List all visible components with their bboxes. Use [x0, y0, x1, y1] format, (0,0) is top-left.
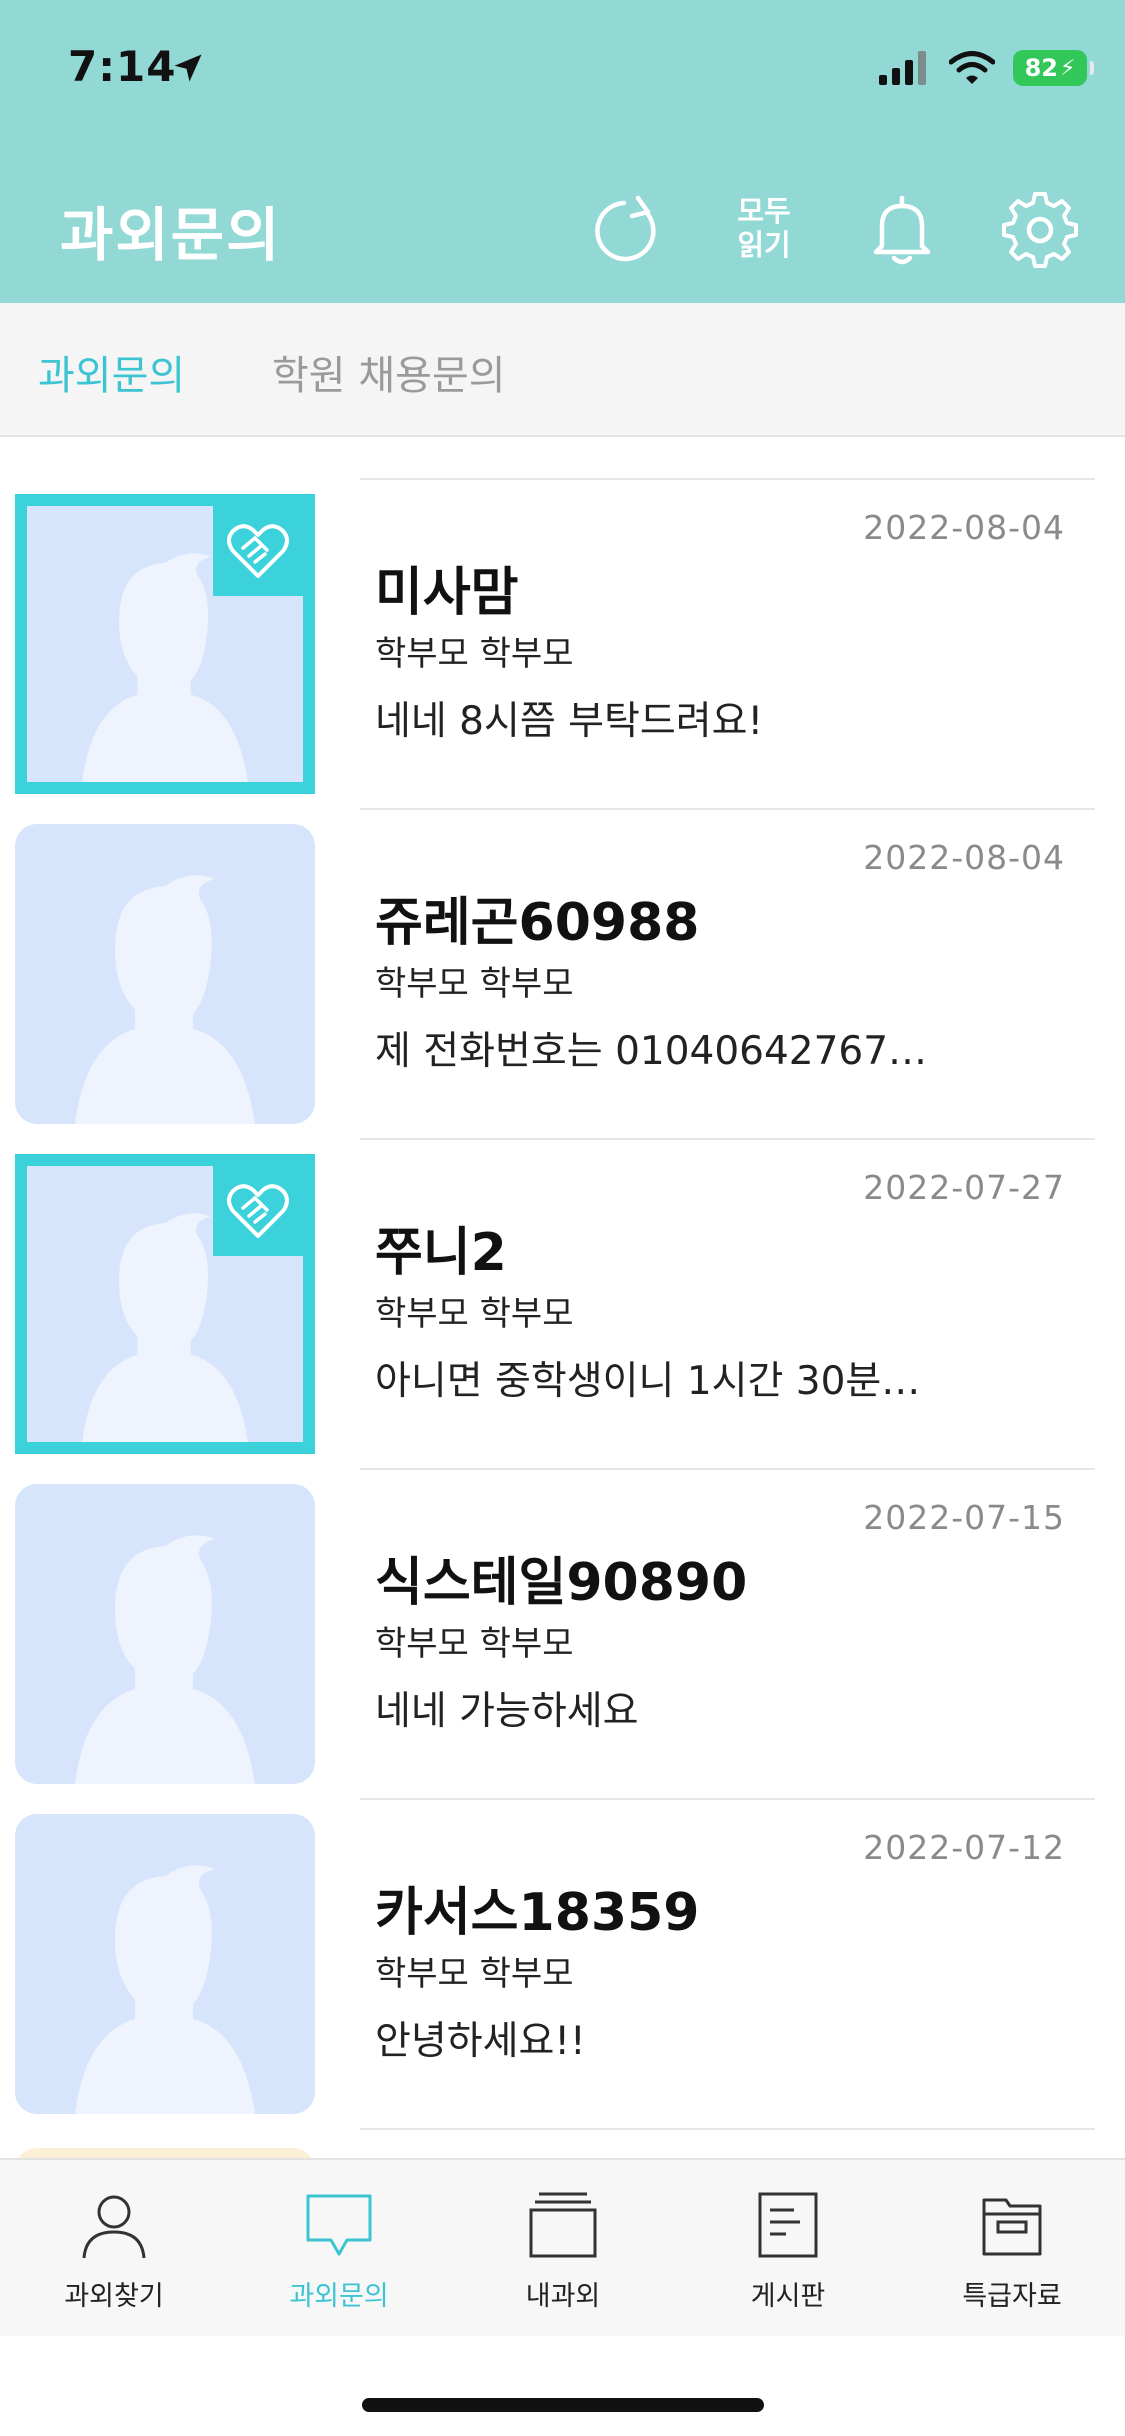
read-all-label-line2: 읽기 — [737, 228, 791, 262]
nav-premium-materials[interactable]: 특급자료 — [932, 2190, 1092, 2313]
list-item[interactable]: 2022-07-12 카서스18359 학부모 학부모 안녕하세요!! — [0, 1798, 1125, 2128]
message-preview: 안녕하세요!! — [375, 2019, 586, 2064]
row-divider — [360, 808, 1095, 810]
avatar — [15, 1154, 315, 1454]
sender-role: 학부모 학부모 — [375, 1954, 574, 1994]
bottom-nav: 과외찾기 과외문의 내과외 게시판 특급자료 — [0, 2158, 1125, 2336]
default-avatar-icon — [75, 1865, 255, 2114]
sender-role: 학부모 학부모 — [375, 964, 574, 1004]
nav-label: 특급자료 — [962, 2281, 1062, 2312]
avatar — [15, 824, 315, 1124]
list-item[interactable]: 2022-07-27 쭈니2 학부모 학부모 아니면 중학생이니 1시간 30분… — [0, 1138, 1125, 1468]
nav-label: 내과외 — [525, 2281, 601, 2312]
nav-label: 과외문의 — [289, 2281, 389, 2312]
refresh-icon[interactable] — [588, 190, 668, 270]
message-preview: 네네 8시쯤 부탁드려요! — [375, 699, 764, 744]
status-indicators: 82 ⚡ — [879, 46, 1094, 90]
location-arrow-icon — [174, 54, 202, 82]
message-preview: 제 전화번호는 01040642767… — [375, 1029, 928, 1074]
sender-name: 미사맘 — [375, 563, 519, 623]
handshake-heart-icon — [227, 1184, 289, 1238]
avatar — [15, 494, 315, 794]
wifi-icon — [949, 51, 995, 84]
read-all-button[interactable]: 모두 읽기 — [728, 194, 800, 262]
nav-my-tutoring[interactable]: 내과외 — [483, 2190, 643, 2313]
list-item[interactable]: 2022-08-04 미사맘 학부모 학부모 네네 8시쯤 부탁드려요! — [0, 478, 1125, 808]
match-badge — [213, 1166, 303, 1256]
sender-role: 학부모 학부모 — [375, 1294, 574, 1334]
sender-name: 쭈니2 — [375, 1223, 507, 1283]
chat-bubble-icon — [306, 2194, 372, 2256]
archive-icon — [982, 2198, 1042, 2256]
nav-label: 게시판 — [750, 2281, 826, 2312]
nav-board[interactable]: 게시판 — [708, 2190, 868, 2313]
row-divider — [360, 2128, 1095, 2130]
battery-indicator: 82 ⚡ — [1013, 50, 1094, 86]
default-avatar-icon — [75, 875, 255, 1124]
bell-icon[interactable] — [862, 190, 942, 270]
signal-icon — [879, 51, 926, 85]
message-date: 2022-07-15 — [863, 1498, 1065, 1537]
nav-label: 과외찾기 — [64, 2281, 164, 2312]
charging-bolt-icon: ⚡ — [1059, 55, 1076, 81]
document-icon — [758, 2192, 818, 2258]
avatar — [15, 1484, 315, 1784]
match-badge — [213, 506, 303, 596]
message-date: 2022-07-27 — [863, 1168, 1065, 1207]
list-item[interactable]: 2022-08-04 쥬레곤60988 학부모 학부모 제 전화번호는 0104… — [0, 808, 1125, 1138]
sender-role: 학부모 학부모 — [375, 1624, 574, 1664]
message-preview: 네네 가능하세요 — [375, 1689, 639, 1734]
gear-icon[interactable] — [1000, 190, 1080, 270]
tab-tutoring-inquiry[interactable]: 과외문의 — [38, 343, 185, 401]
default-avatar-icon — [75, 1535, 255, 1784]
home-indicator[interactable] — [362, 2398, 764, 2412]
page-title: 과외문의 — [60, 201, 282, 269]
message-date: 2022-08-04 — [863, 508, 1065, 547]
row-divider — [360, 1798, 1095, 1800]
handshake-heart-icon — [227, 524, 289, 578]
read-all-label-line1: 모두 — [737, 194, 791, 228]
row-divider — [360, 1138, 1095, 1140]
sender-role: 학부모 학부모 — [375, 634, 574, 674]
sender-name: 카서스18359 — [375, 1883, 700, 1943]
nav-tutoring-inquiry[interactable]: 과외문의 — [259, 2190, 419, 2313]
message-date: 2022-08-04 — [863, 838, 1065, 877]
message-preview: 아니면 중학생이니 1시간 30분… — [375, 1359, 921, 1404]
person-icon — [82, 2195, 146, 2259]
row-divider — [360, 1468, 1095, 1470]
sender-name: 식스테일90890 — [375, 1553, 748, 1613]
list-item[interactable]: 2022-07-15 식스테일90890 학부모 학부모 네네 가능하세요 — [0, 1468, 1125, 1798]
sender-name: 쥬레곤60988 — [375, 893, 700, 953]
folder-stack-icon — [529, 2192, 597, 2258]
battery-level: 82 — [1024, 54, 1058, 82]
row-divider — [360, 478, 1095, 480]
nav-find-tutoring[interactable]: 과외찾기 — [34, 2190, 194, 2313]
tab-academy-recruitment[interactable]: 학원 채용문의 — [272, 343, 506, 401]
status-time: 7:14 — [68, 42, 177, 91]
app-header: 7:14 82 ⚡ 과외문의 모두 읽기 — [0, 0, 1125, 303]
tab-bar: 과외문의 학원 채용문의 — [0, 303, 1125, 437]
avatar — [15, 1814, 315, 2114]
message-date: 2022-07-12 — [863, 1828, 1065, 1867]
